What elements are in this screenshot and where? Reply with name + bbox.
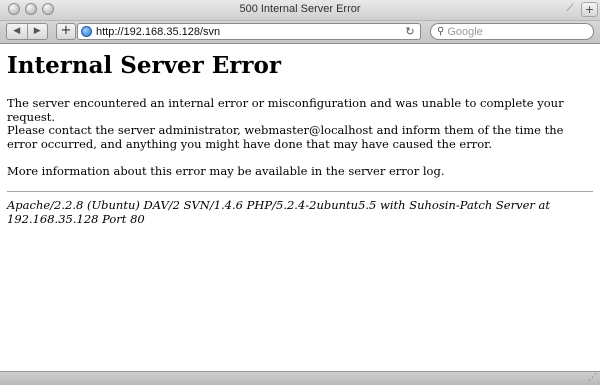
globe-icon	[81, 26, 92, 37]
title-bar: 500 Internal Server Error ⟋ +	[0, 0, 600, 21]
new-tab-button[interactable]: +	[581, 2, 598, 17]
browser-window: 500 Internal Server Error ⟋ + ◀ ▶ + http…	[0, 0, 600, 385]
page-content: Internal Server Error The server encount…	[0, 44, 600, 370]
search-icon: ⚲	[437, 26, 445, 37]
address-bar[interactable]: http://192.168.35.128/svn ↻	[77, 23, 421, 40]
back-button[interactable]: ◀	[7, 24, 27, 39]
error-log-text: More information about this error may be…	[7, 164, 445, 178]
contact-admin-text: Please contact the server administrator,…	[7, 123, 564, 151]
window-title: 500 Internal Server Error	[239, 3, 361, 15]
server-signature: Apache/2.2.8 (Ubuntu) DAV/2 SVN/1.4.6 PH…	[7, 198, 551, 226]
navigation-buttons: ◀ ▶	[6, 23, 48, 40]
divider	[7, 191, 593, 192]
resize-icon[interactable]: ⟋	[564, 3, 576, 15]
resize-grip-icon[interactable]: ⋰	[588, 373, 597, 383]
search-box[interactable]: ⚲	[430, 23, 594, 40]
status-bar: ⋰	[0, 371, 600, 385]
url-field[interactable]: http://192.168.35.128/svn	[96, 26, 403, 38]
add-bookmark-button[interactable]: +	[56, 23, 76, 40]
page-title: Internal Server Error	[7, 52, 281, 79]
reload-icon[interactable]: ↻	[403, 25, 417, 38]
forward-button[interactable]: ▶	[26, 24, 48, 39]
browser-toolbar: ◀ ▶ + http://192.168.35.128/svn ↻ ⚲	[0, 21, 600, 44]
error-description: The server encountered an internal error…	[7, 96, 564, 124]
search-input[interactable]	[447, 25, 578, 38]
